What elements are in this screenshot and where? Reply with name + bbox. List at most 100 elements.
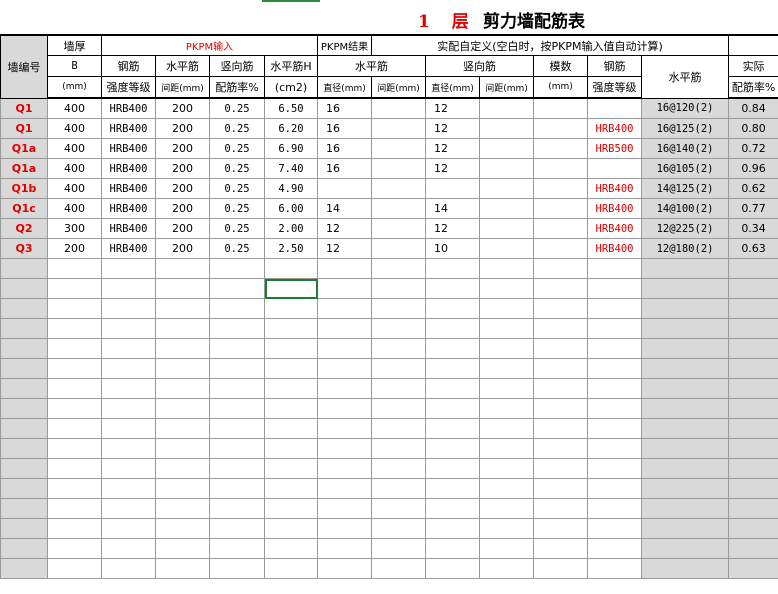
cell-horiz-dia[interactable] [317,338,372,359]
cell-steel-grade2[interactable] [587,258,642,279]
cell-vert-gap[interactable] [479,198,534,219]
cell-horiz-gap[interactable] [371,378,426,399]
cell-steel-grade[interactable] [101,458,156,479]
cell-steel-grade[interactable] [101,518,156,539]
cell-thickness[interactable] [47,278,102,299]
cell-vert-gap[interactable] [479,478,534,499]
cell-actual-ratio[interactable]: 0.62 [728,178,778,199]
cell-result-horiz[interactable] [640,298,730,319]
cell-vert-dia[interactable]: 12 [425,218,480,239]
cell-actual-ratio[interactable] [728,398,778,419]
cell-horiz-spacing[interactable]: 200 [155,238,210,259]
cell-modulus[interactable] [533,298,588,319]
cell-vert-gap[interactable] [479,498,534,519]
cell-wall-id[interactable] [0,318,48,339]
cell-steel-grade2[interactable]: HRB400 [587,178,642,199]
cell-horiz-spacing[interactable] [155,418,210,439]
cell-vert-gap[interactable] [479,418,534,439]
cell-pkpm-horiz-h[interactable] [264,358,318,379]
cell-result-horiz[interactable] [640,398,730,419]
cell-vert-ratio[interactable] [209,278,265,299]
cell-wall-id[interactable] [0,518,48,539]
cell-vert-ratio[interactable] [209,478,265,499]
cell-result-horiz[interactable] [640,338,730,359]
cell-horiz-dia[interactable] [317,358,372,379]
cell-pkpm-horiz-h[interactable]: 6.90 [264,138,318,159]
cell-actual-ratio[interactable] [728,358,778,379]
cell-steel-grade[interactable] [101,418,156,439]
header-horiz-dia[interactable]: 直径(mm) [317,76,372,99]
cell-vert-dia[interactable] [425,378,480,399]
cell-vert-dia[interactable] [425,258,480,279]
cell-vert-gap[interactable] [479,518,534,539]
cell-horiz-dia[interactable] [317,378,372,399]
cell-pkpm-horiz-h[interactable] [264,338,318,359]
cell-horiz-spacing[interactable] [155,258,210,279]
cell-modulus[interactable] [533,278,588,299]
cell-thickness[interactable]: 400 [47,158,102,179]
cell-horiz-gap[interactable] [371,178,426,199]
cell-horiz-spacing[interactable] [155,318,210,339]
cell-steel-grade[interactable] [101,338,156,359]
cell-pkpm-horiz-h[interactable] [264,558,318,579]
cell-pkpm-horiz-h[interactable] [264,438,318,459]
cell-steel-grade2[interactable]: HRB400 [587,198,642,219]
cell-modulus[interactable] [533,218,588,239]
cell-vert-ratio[interactable]: 0.25 [209,198,265,219]
cell-result-horiz[interactable] [640,458,730,479]
cell-actual-ratio[interactable] [728,518,778,539]
cell-modulus[interactable] [533,118,588,139]
cell-steel-grade[interactable] [101,378,156,399]
cell-thickness[interactable]: 400 [47,138,102,159]
cell-modulus[interactable] [533,378,588,399]
cell-vert-dia[interactable]: 10 [425,238,480,259]
cell-vert-dia[interactable] [425,298,480,319]
cell-actual-ratio[interactable] [728,438,778,459]
header-custom[interactable]: 实配自定义(空白时，按PKPM输入值自动计算) [370,34,730,56]
cell-pkpm-horiz-h[interactable] [264,318,318,339]
cell-thickness[interactable]: 400 [47,178,102,199]
cell-modulus[interactable] [533,338,588,359]
cell-steel-grade[interactable] [101,258,156,279]
cell-vert-ratio[interactable]: 0.25 [209,138,265,159]
cell-wall-id[interactable] [0,338,48,359]
cell-vert-gap[interactable] [479,138,534,159]
cell-steel-grade[interactable] [101,558,156,579]
cell-thickness[interactable]: 400 [47,198,102,219]
cell-vert-gap[interactable] [479,378,534,399]
cell-horiz-dia[interactable] [317,398,372,419]
cell-actual-ratio[interactable]: 0.80 [728,118,778,139]
cell-vert-dia[interactable]: 12 [425,158,480,179]
cell-horiz-dia[interactable] [317,538,372,559]
cell-vert-gap[interactable] [479,318,534,339]
cell-vert-gap[interactable] [479,558,534,579]
cell-steel-grade2[interactable] [587,558,642,579]
cell-modulus[interactable] [533,97,588,119]
cell-actual-ratio[interactable] [728,318,778,339]
cell-vert-dia[interactable] [425,418,480,439]
cell-actual-ratio[interactable] [728,558,778,579]
header-custom-vert[interactable]: 竖向筋 [425,55,534,77]
cell-vert-dia[interactable] [425,278,480,299]
cell-vert-gap[interactable] [479,218,534,239]
cell-modulus[interactable] [533,418,588,439]
cell-result-horiz[interactable]: 16@120(2) [640,97,730,119]
cell-vert-ratio[interactable]: 0.25 [209,238,265,259]
cell-result-horiz[interactable] [640,258,730,279]
cell-thickness[interactable] [47,338,102,359]
cell-horiz-gap[interactable] [371,138,426,159]
header-spacing[interactable]: 间距(mm) [155,76,210,99]
cell-horiz-gap[interactable] [371,198,426,219]
cell-horiz-dia[interactable] [317,518,372,539]
cell-horiz-gap[interactable] [371,118,426,139]
cell-vert-dia[interactable]: 12 [425,118,480,139]
cell-steel-grade2[interactable] [587,418,642,439]
cell-thickness[interactable] [47,538,102,559]
cell-vert-dia[interactable] [425,178,480,199]
cell-steel-grade[interactable] [101,298,156,319]
cell-steel-grade[interactable] [101,318,156,339]
cell-result-horiz[interactable] [640,438,730,459]
header-pkpm-input[interactable]: PKPM输入 [101,34,318,56]
cell-horiz-spacing[interactable] [155,458,210,479]
cell-wall-id[interactable] [0,558,48,579]
